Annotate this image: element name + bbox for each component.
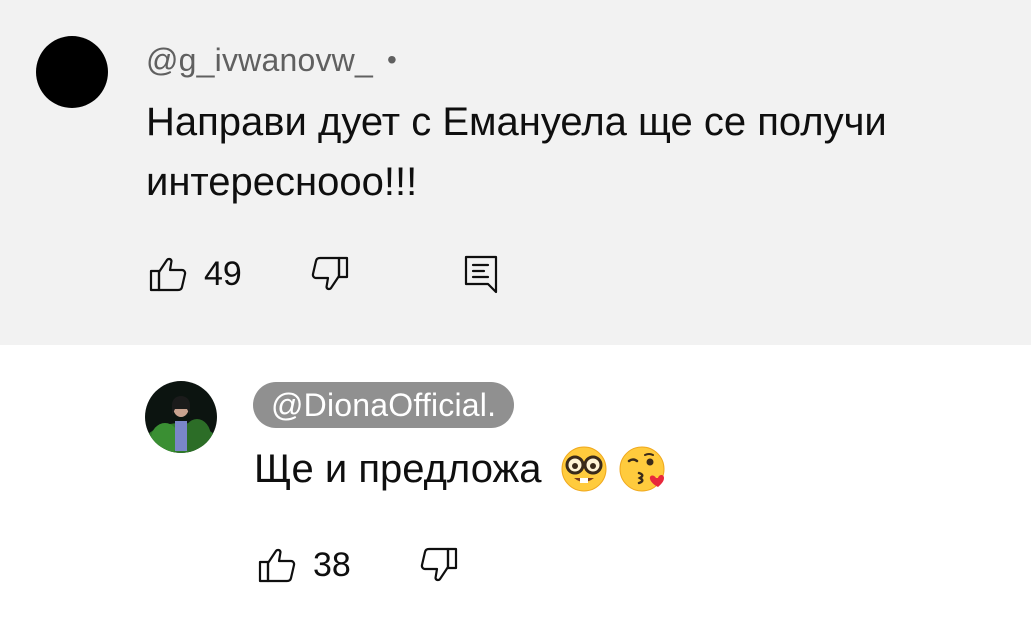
thumbs-down-icon[interactable] (419, 545, 459, 585)
thumbs-down-icon[interactable] (310, 254, 350, 294)
comment-author-line: @g_ivwanovw_ • (146, 38, 397, 82)
like-count: 38 (313, 546, 351, 584)
comments-thread: @g_ivwanovw_ • Направи дует с Емануела щ… (0, 0, 1031, 634)
like-count: 49 (204, 255, 242, 293)
comment-actions: 49 (148, 254, 502, 294)
reply-comment-icon[interactable] (462, 254, 502, 294)
thumbs-up-icon[interactable] (257, 545, 297, 585)
reply-comment: @DionaOfficial. Ще и предложа 38 (0, 345, 1031, 634)
reply-text-line: Ще и предложа (254, 441, 666, 497)
highlighted-comment: @g_ivwanovw_ • Направи дует с Емануела щ… (0, 0, 1031, 345)
avatar[interactable] (145, 381, 217, 453)
comment-text: Направи дует с Емануела ще се получи инт… (146, 100, 887, 204)
nerd-face-emoji (560, 445, 608, 493)
thumbs-up-icon[interactable] (148, 254, 188, 294)
reply-author-badge[interactable]: @DionaOfficial. (253, 382, 515, 428)
reply-actions: 38 (257, 545, 459, 585)
avatar[interactable] (36, 36, 108, 108)
reply-text: Ще и предложа (254, 447, 542, 491)
separator-dot: • (387, 44, 398, 75)
comment-author[interactable]: @g_ivwanovw_ (146, 42, 373, 79)
face-blowing-kiss-emoji (618, 445, 666, 493)
